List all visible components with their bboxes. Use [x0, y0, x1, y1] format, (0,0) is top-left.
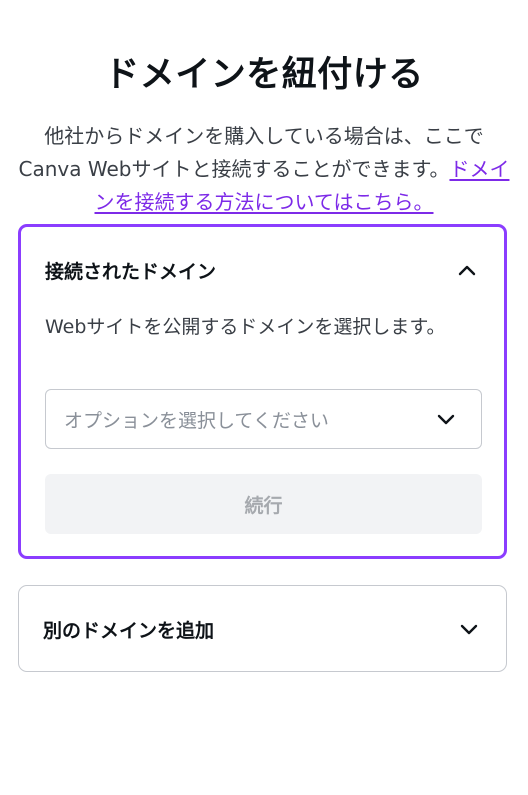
- add-domain-header[interactable]: 別のドメインを追加: [43, 610, 480, 648]
- continue-button[interactable]: 続行: [45, 474, 482, 534]
- chevron-down-icon[interactable]: [458, 618, 480, 640]
- intro-text: 他社からドメインを購入している場合は、ここでCanva Webサイトと接続するこ…: [14, 120, 514, 219]
- add-domain-panel: 別のドメインを追加: [18, 585, 507, 672]
- connected-domain-description: Webサイトを公開するドメインを選択します。: [45, 316, 446, 338]
- connected-domain-header[interactable]: 接続されたドメイン: [45, 253, 478, 287]
- chevron-up-icon[interactable]: [456, 259, 478, 281]
- add-domain-title: 別のドメインを追加: [43, 619, 215, 642]
- intro-body: 他社からドメインを購入している場合は、ここでCanva Webサイトと接続するこ…: [18, 124, 484, 181]
- connected-domain-title: 接続されたドメイン: [45, 260, 217, 283]
- page-title: ドメインを紐付ける: [104, 55, 424, 96]
- chevron-down-icon: [435, 408, 457, 430]
- connected-domain-panel: 接続されたドメイン Webサイトを公開するドメインを選択します。 オプションを選…: [18, 224, 507, 559]
- domain-select[interactable]: オプションを選択してください: [45, 389, 482, 449]
- domain-select-placeholder: オプションを選択してください: [64, 409, 329, 432]
